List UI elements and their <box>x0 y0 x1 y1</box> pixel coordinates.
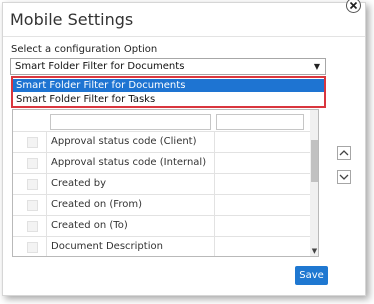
column-divider <box>214 237 215 256</box>
dropdown-option-tasks[interactable]: Smart Folder Filter for Tasks <box>13 93 324 106</box>
chevron-down-icon <box>339 174 349 180</box>
title-divider <box>3 36 365 37</box>
field-name: Document Description <box>51 241 163 252</box>
table-row[interactable]: Created on (To) <box>13 215 310 237</box>
table-row[interactable]: Created by <box>13 173 310 195</box>
filter-input-name[interactable] <box>50 114 211 130</box>
chevron-down-icon: ▼ <box>313 62 320 71</box>
table-row[interactable]: Approval status code (Client) <box>13 131 310 153</box>
column-divider <box>46 195 47 216</box>
table-row[interactable]: Document Description <box>13 236 310 256</box>
field-name: Created on (From) <box>51 199 142 210</box>
row-checkbox[interactable] <box>27 179 38 190</box>
config-option-select[interactable]: Smart Folder Filter for Documents ▼ <box>10 58 326 75</box>
column-divider <box>46 237 47 256</box>
save-button[interactable]: Save <box>295 266 328 285</box>
column-divider <box>214 132 215 153</box>
close-icon[interactable] <box>346 0 361 13</box>
column-divider <box>46 132 47 153</box>
config-option-dropdown: Smart Folder Filter for Documents Smart … <box>11 76 326 108</box>
filter-input-value[interactable] <box>216 114 304 130</box>
row-checkbox[interactable] <box>27 221 38 232</box>
dialog-title: Mobile Settings <box>10 10 134 29</box>
field-list: Approval status code (Client) Approval s… <box>12 109 319 257</box>
row-checkbox[interactable] <box>27 137 38 148</box>
column-divider <box>214 195 215 216</box>
mobile-settings-dialog: Mobile Settings Select a configuration O… <box>2 0 366 296</box>
scrollbar-thumb[interactable] <box>311 140 318 182</box>
column-divider <box>46 216 47 237</box>
move-down-button[interactable] <box>337 170 351 184</box>
dropdown-option-documents[interactable]: Smart Folder Filter for Documents <box>13 79 324 92</box>
field-name: Approval status code (Internal) <box>51 157 207 168</box>
row-checkbox[interactable] <box>27 158 38 169</box>
table-row[interactable]: Approval status code (Internal) <box>13 152 310 174</box>
column-divider <box>46 174 47 195</box>
row-checkbox[interactable] <box>27 242 38 253</box>
config-option-label: Select a configuration Option <box>11 44 158 55</box>
chevron-up-icon <box>339 150 349 156</box>
column-divider <box>214 216 215 237</box>
field-name: Approval status code (Client) <box>51 136 197 147</box>
scroll-down-icon[interactable]: ▼ <box>310 246 318 256</box>
select-value: Smart Folder Filter for Documents <box>15 61 185 72</box>
field-name: Created on (To) <box>51 220 128 231</box>
list-scrollbar[interactable]: ▼ <box>310 110 318 256</box>
move-up-button[interactable] <box>337 146 351 160</box>
column-divider <box>46 153 47 174</box>
row-checkbox[interactable] <box>27 200 38 211</box>
field-name: Created by <box>51 178 107 189</box>
column-divider <box>214 153 215 174</box>
table-row[interactable]: Created on (From) <box>13 194 310 216</box>
column-divider <box>214 174 215 195</box>
